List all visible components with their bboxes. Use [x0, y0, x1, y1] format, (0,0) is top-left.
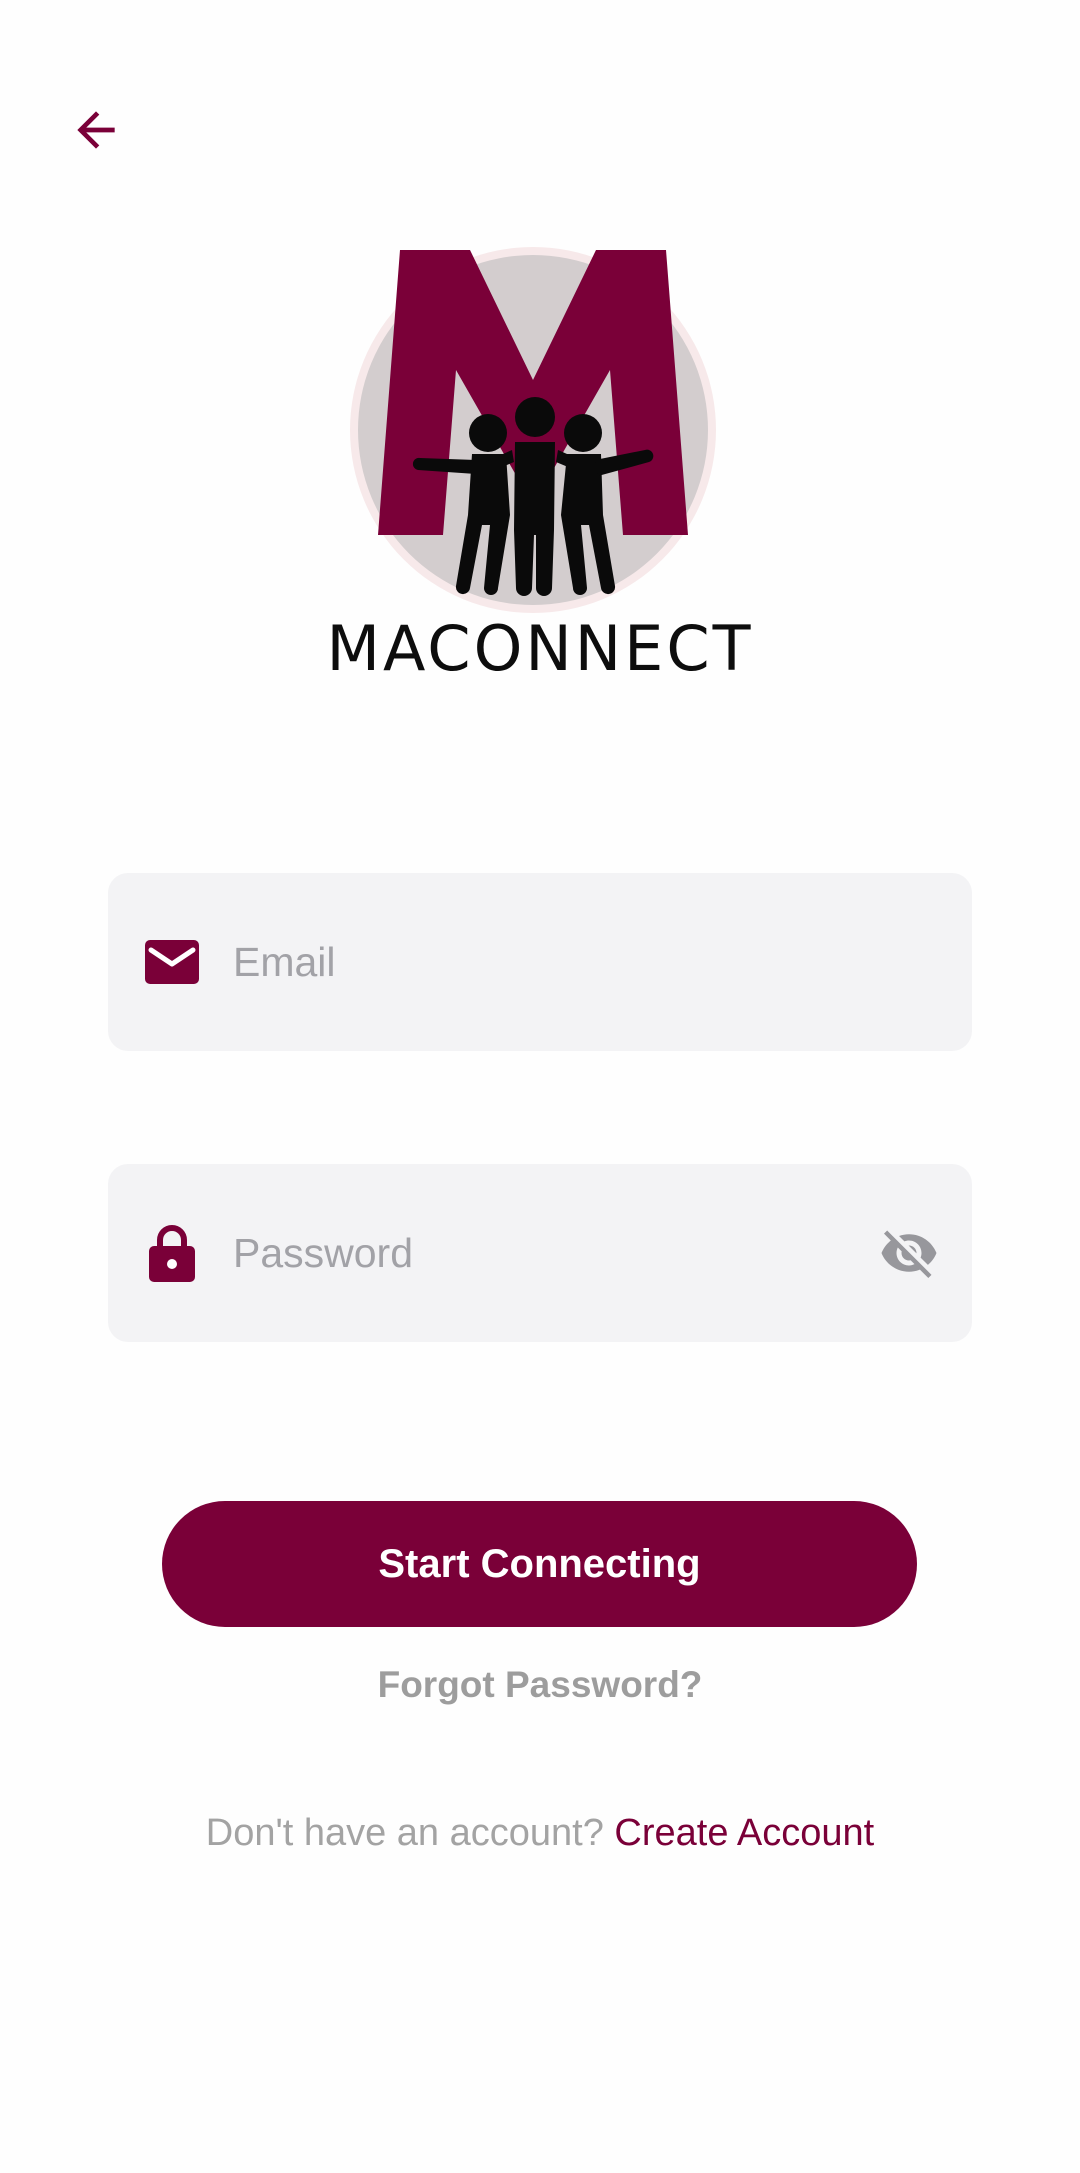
eye-off-icon[interactable] [876, 1220, 942, 1286]
email-input[interactable] [233, 873, 862, 1051]
lock-icon [144, 1225, 200, 1282]
forgot-password-link[interactable]: Forgot Password? [0, 1664, 1080, 1706]
signup-prompt-row: Don't have an account? Create Account [0, 1812, 1080, 1855]
logo-wordmark: MACONNECT [326, 612, 754, 685]
back-button[interactable] [60, 96, 132, 168]
start-connecting-button[interactable]: Start Connecting [162, 1501, 917, 1627]
envelope-icon [144, 934, 200, 990]
password-field[interactable] [108, 1164, 972, 1342]
password-input[interactable] [233, 1164, 862, 1342]
email-field[interactable] [108, 873, 972, 1051]
create-account-link[interactable]: Create Account [614, 1812, 874, 1854]
signup-prompt-text: Don't have an account? [205, 1812, 604, 1854]
arrow-left-icon [68, 102, 124, 163]
